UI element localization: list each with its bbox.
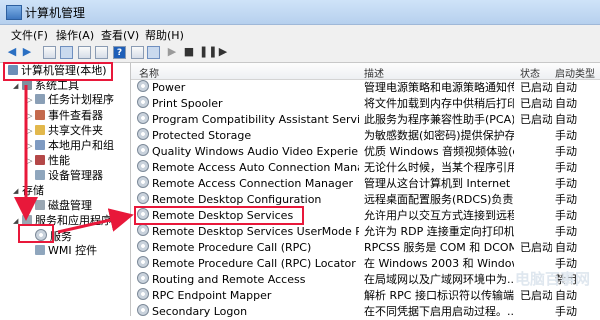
- arrow-right: [57, 208, 134, 234]
- annotation-arrows: [14, 85, 134, 234]
- watermark: 电脑百事网: [515, 270, 591, 288]
